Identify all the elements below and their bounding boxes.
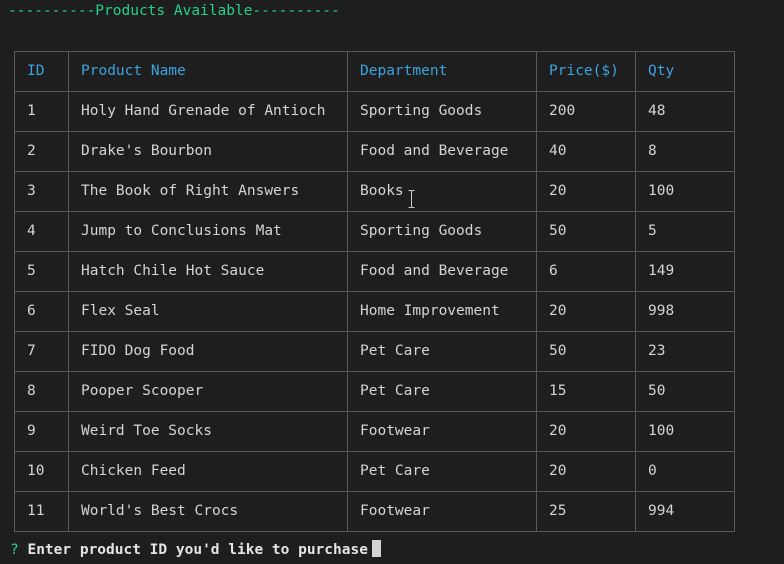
cell-product-name: Pooper Scooper — [68, 371, 348, 412]
purchase-prompt[interactable]: ? Enter product ID you'd like to purchas… — [10, 540, 381, 560]
cell-product-name: Drake's Bourbon — [68, 131, 348, 172]
cell-product-name: The Book of Right Answers — [68, 171, 348, 212]
cell-product-name: Jump to Conclusions Mat — [68, 211, 348, 252]
cell-id: 9 — [14, 411, 69, 452]
header-product-name: Product Name — [68, 51, 348, 92]
cell-price: 50 — [536, 331, 636, 372]
cell-department: Sporting Goods — [347, 91, 537, 132]
table-header-row: ID Product Name Department Price($) Qty — [14, 51, 735, 92]
cell-department: Pet Care — [347, 331, 537, 372]
cell-id: 5 — [14, 251, 69, 292]
cell-qty: 8 — [635, 131, 735, 172]
cell-qty: 100 — [635, 171, 735, 212]
cell-department: Pet Care — [347, 451, 537, 492]
cell-qty: 994 — [635, 491, 735, 532]
products-table: ID Product Name Department Price($) Qty … — [14, 51, 735, 532]
table-row: 10 Chicken Feed Pet Care 20 0 — [14, 451, 735, 492]
table-row: 3 The Book of Right Answers Books 20 100 — [14, 171, 735, 212]
table-row: 11 World's Best Crocs Footwear 25 994 — [14, 491, 735, 532]
terminal-panel[interactable]: ----------Products Available---------- I… — [0, 0, 784, 564]
table-row: 2 Drake's Bourbon Food and Beverage 40 8 — [14, 131, 735, 172]
cell-qty: 100 — [635, 411, 735, 452]
header-qty: Qty — [635, 51, 735, 92]
cell-price: 15 — [536, 371, 636, 412]
cell-product-name: Flex Seal — [68, 291, 348, 332]
cell-price: 6 — [536, 251, 636, 292]
table-row: 5 Hatch Chile Hot Sauce Food and Beverage 6… — [14, 251, 735, 292]
cell-department: Sporting Goods — [347, 211, 537, 252]
cell-id: 2 — [14, 131, 69, 172]
cell-product-name: Hatch Chile Hot Sauce — [68, 251, 348, 292]
table-row: 8 Pooper Scooper Pet Care 15 50 — [14, 371, 735, 412]
cell-id: 6 — [14, 291, 69, 332]
cell-product-name: FIDO Dog Food — [68, 331, 348, 372]
cell-qty: 998 — [635, 291, 735, 332]
cell-product-name: Chicken Feed — [68, 451, 348, 492]
table-row: 4 Jump to Conclusions Mat Sporting Goods 50… — [14, 211, 735, 252]
cell-id: 7 — [14, 331, 69, 372]
cell-qty: 5 — [635, 211, 735, 252]
cell-id: 3 — [14, 171, 69, 212]
i-beam-cursor-icon — [408, 190, 415, 208]
cell-id: 1 — [14, 91, 69, 132]
cell-qty: 149 — [635, 251, 735, 292]
cell-department: Books — [347, 171, 537, 212]
header-department: Department — [347, 51, 537, 92]
cell-id: 8 — [14, 371, 69, 412]
cell-department: Food and Beverage — [347, 251, 537, 292]
cell-id: 11 — [14, 491, 69, 532]
cell-product-name: Holy Hand Grenade of Antioch — [68, 91, 348, 132]
cell-id: 10 — [14, 451, 69, 492]
cell-qty: 0 — [635, 451, 735, 492]
prompt-marker: ? — [10, 542, 19, 558]
cell-price: 20 — [536, 411, 636, 452]
cell-price: 200 — [536, 91, 636, 132]
cell-product-name: Weird Toe Socks — [68, 411, 348, 452]
block-cursor-icon — [371, 540, 381, 557]
header-price: Price($) — [536, 51, 636, 92]
table-row: 7 FIDO Dog Food Pet Care 50 23 — [14, 331, 735, 372]
products-banner: ----------Products Available---------- — [8, 3, 340, 19]
prompt-text: Enter product ID you'd like to purchase — [27, 542, 368, 558]
cell-department: Footwear — [347, 491, 537, 532]
cell-qty: 50 — [635, 371, 735, 412]
cell-department: Food and Beverage — [347, 131, 537, 172]
cell-department: Pet Care — [347, 371, 537, 412]
table-row: 6 Flex Seal Home Improvement 20 998 — [14, 291, 735, 332]
cell-price: 40 — [536, 131, 636, 172]
cell-department: Footwear — [347, 411, 537, 452]
table-row: 9 Weird Toe Socks Footwear 20 100 — [14, 411, 735, 452]
cell-price: 20 — [536, 451, 636, 492]
cell-price: 50 — [536, 211, 636, 252]
cell-department: Home Improvement — [347, 291, 537, 332]
cell-price: 25 — [536, 491, 636, 532]
header-id: ID — [14, 51, 69, 92]
cell-id: 4 — [14, 211, 69, 252]
table-row: 1 Holy Hand Grenade of Antioch Sporting Go… — [14, 91, 735, 132]
cell-qty: 23 — [635, 331, 735, 372]
cell-qty: 48 — [635, 91, 735, 132]
cell-price: 20 — [536, 171, 636, 212]
cell-price: 20 — [536, 291, 636, 332]
cell-product-name: World's Best Crocs — [68, 491, 348, 532]
